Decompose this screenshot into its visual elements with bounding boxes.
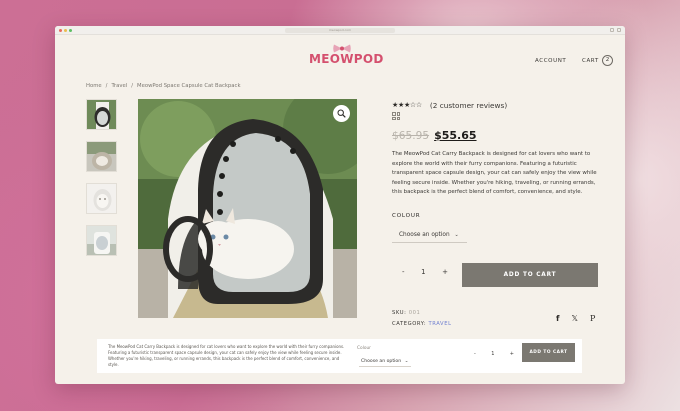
sticky-add-to-cart-bar: The MeowPod Cat Carry Backpack is design…	[97, 339, 582, 373]
thumbnail-3[interactable]	[86, 183, 117, 214]
original-price: $65.95	[392, 130, 430, 142]
browser-toolbar: meowpod.com	[55, 26, 625, 35]
chevron-down-icon: ⌄	[454, 232, 459, 238]
zoom-button[interactable]	[333, 105, 350, 122]
account-link[interactable]: ACCOUNT	[535, 58, 566, 64]
thumbnail-4[interactable]	[86, 225, 117, 256]
add-to-cart-button[interactable]: ADD TO CART	[462, 263, 598, 287]
colour-select-value: Choose an option	[399, 232, 450, 238]
cart-link[interactable]: CART	[582, 58, 599, 64]
price-block: $65.95 $55.65	[392, 129, 477, 142]
chevron-down-icon: ⌄	[404, 359, 409, 364]
cart-count-badge[interactable]: 2	[602, 55, 613, 66]
pinterest-icon[interactable]: P	[590, 314, 595, 323]
product-main-image[interactable]	[138, 99, 357, 318]
colour-select[interactable]: Choose an option ⌄	[392, 229, 467, 243]
address-bar[interactable]: meowpod.com	[285, 28, 395, 33]
category-link[interactable]: TRAVEL	[428, 321, 451, 327]
minimize-dot[interactable]	[64, 29, 67, 32]
logo-text: MEOWPOD	[309, 52, 384, 66]
sticky-colour-select[interactable]: Choose an option ⌄	[359, 357, 411, 367]
breadcrumb-travel[interactable]: Travel	[111, 83, 127, 89]
quantity-stepper: - 1 +	[392, 263, 458, 281]
sticky-quantity-value[interactable]: 1	[491, 351, 494, 357]
colour-label: COLOUR	[392, 213, 421, 219]
close-dot[interactable]	[59, 29, 62, 32]
product-info: ★★★☆☆ (2 customer reviews) $65.95 $55.65…	[392, 99, 598, 327]
site-logo[interactable]: MEOWPOD	[309, 43, 384, 71]
product-meta: SKU: 001 CATEGORY: TRAVEL	[392, 308, 452, 330]
product-description: The MeowPod Cat Carry Backpack is design…	[392, 151, 597, 195]
sticky-quantity-decrease[interactable]: -	[474, 351, 476, 357]
sticky-colour-value: Choose an option	[361, 359, 402, 364]
share-icon[interactable]	[610, 28, 614, 32]
tabs-icon[interactable]	[617, 28, 621, 32]
magnifier-icon	[337, 109, 346, 118]
browser-window: meowpod.com MEOWPOD ACCOUNT CART 2 Home …	[55, 26, 625, 384]
sticky-add-to-cart-button[interactable]: ADD TO CART	[522, 343, 575, 362]
category-label: CATEGORY:	[392, 321, 427, 327]
window-controls[interactable]	[59, 29, 72, 32]
site-header: MEOWPOD ACCOUNT CART 2	[55, 35, 625, 79]
product-rating: ★★★☆☆ (2 customer reviews)	[392, 99, 598, 111]
social-share: f 𝕏 P	[556, 314, 595, 323]
star-rating-icon: ★★★☆☆	[392, 101, 422, 109]
thumbnail-gallery	[86, 99, 117, 256]
breadcrumb-home[interactable]: Home	[86, 83, 102, 89]
sku-value: 001	[408, 310, 421, 316]
sticky-quantity-stepper: - 1 +	[468, 347, 520, 361]
quantity-increase-button[interactable]: +	[442, 268, 448, 276]
thumbnail-1[interactable]	[86, 99, 117, 130]
sticky-colour-label: Colour	[357, 346, 371, 351]
thumbnail-2[interactable]	[86, 141, 117, 172]
browser-actions	[610, 28, 621, 32]
breadcrumb-separator: /	[131, 83, 133, 89]
sku-label: SKU:	[392, 310, 407, 316]
x-icon[interactable]: 𝕏	[571, 314, 577, 323]
maximize-dot[interactable]	[69, 29, 72, 32]
facebook-icon[interactable]: f	[556, 314, 559, 323]
quantity-decrease-button[interactable]: -	[402, 268, 405, 276]
sale-price: $55.65	[434, 129, 477, 142]
quantity-value[interactable]: 1	[421, 268, 425, 276]
sticky-quantity-increase[interactable]: +	[510, 351, 514, 357]
breadcrumb-current: MeowPod Space Capsule Cat Backpack	[137, 83, 241, 89]
breadcrumb-separator: /	[105, 83, 108, 89]
breadcrumb: Home / Travel / MeowPod Space Capsule Ca…	[86, 83, 241, 89]
reviews-link[interactable]: (2 customer reviews)	[430, 101, 507, 110]
sticky-description: The MeowPod Cat Carry Backpack is design…	[108, 344, 345, 367]
compare-grid-icon[interactable]	[392, 112, 400, 120]
